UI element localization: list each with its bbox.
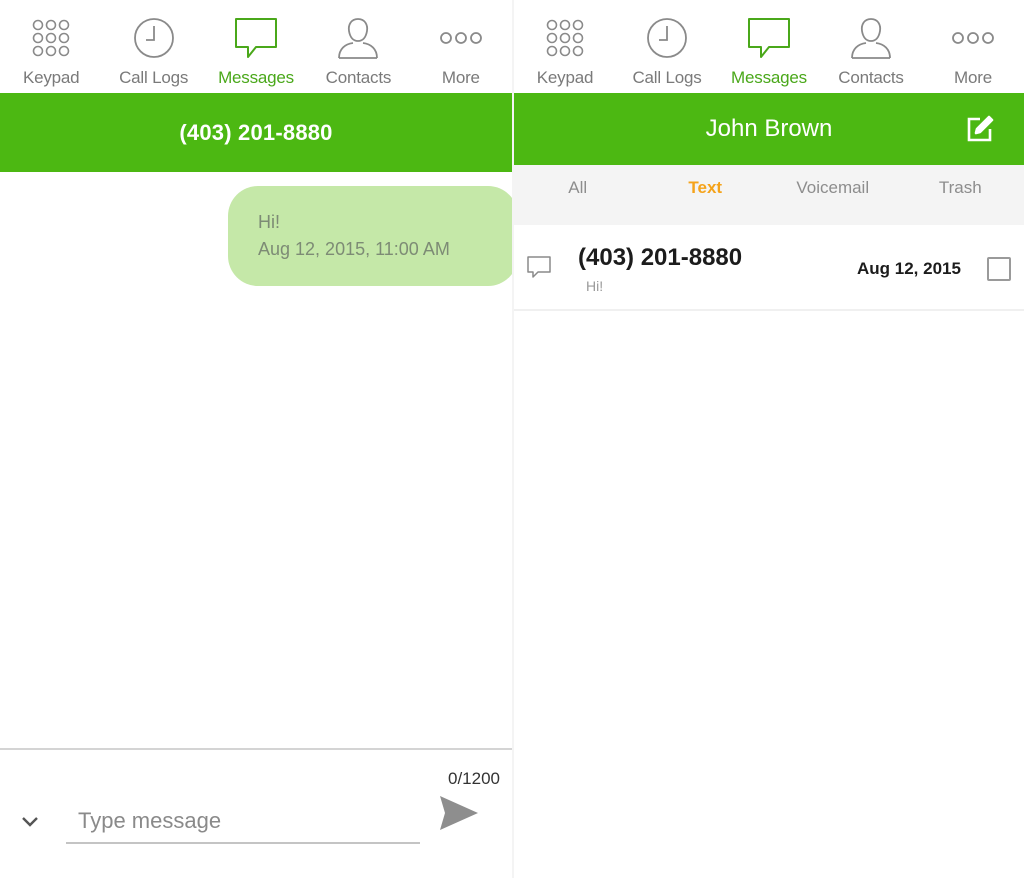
keypad-icon xyxy=(27,14,75,62)
message-preview: Hi! xyxy=(586,278,604,294)
filter-tab-text[interactable]: Text xyxy=(642,165,770,225)
select-message-checkbox[interactable] xyxy=(987,257,1011,281)
person-icon xyxy=(847,14,895,62)
tab-keypad[interactable]: Keypad xyxy=(0,0,102,93)
tab-label: Contacts xyxy=(838,68,904,87)
conversation-header: (403) 201-8880 xyxy=(0,93,512,172)
message-bubble-outgoing[interactable]: Hi! Aug 12, 2015, 11:00 AM xyxy=(228,186,512,286)
message-list: (403) 201-8880 Hi! Aug 12, 2015 xyxy=(514,225,1024,311)
send-button[interactable] xyxy=(438,793,480,833)
tab-call-logs[interactable]: Call Logs xyxy=(102,0,204,93)
list-item[interactable]: (403) 201-8880 Hi! Aug 12, 2015 xyxy=(514,225,1024,311)
tab-call-logs[interactable]: Call Logs xyxy=(616,0,718,93)
conversation-screen: Keypad Call Logs Messages Contacts More … xyxy=(0,0,512,878)
chat-bubble-icon xyxy=(745,14,793,62)
tab-contacts[interactable]: Contacts xyxy=(307,0,409,93)
person-icon xyxy=(334,14,382,62)
chat-bubble-icon xyxy=(232,14,280,62)
tab-more[interactable]: More xyxy=(410,0,512,93)
tab-label: Keypad xyxy=(536,68,594,87)
chevron-down-icon xyxy=(22,817,38,827)
composer-divider xyxy=(0,748,512,750)
message-sender-number: (403) 201-8880 xyxy=(578,244,743,271)
tab-contacts[interactable]: Contacts xyxy=(820,0,922,93)
tab-label: Keypad xyxy=(22,68,80,87)
compose-button[interactable] xyxy=(966,115,994,143)
tab-messages[interactable]: Messages xyxy=(205,0,307,93)
bottom-nav-tabbar: Keypad Call Logs Messages Contacts More xyxy=(514,0,1024,93)
inbox-screen: Keypad Call Logs Messages Contacts More … xyxy=(514,0,1024,878)
compose-icon xyxy=(967,115,994,142)
conversation-title: (403) 201-8880 xyxy=(179,119,333,145)
tab-label: Call Logs xyxy=(632,68,702,87)
collapse-composer-button[interactable] xyxy=(18,812,42,832)
character-counter: 0/1200 xyxy=(448,769,500,788)
more-dots-icon xyxy=(949,14,997,62)
tab-more[interactable]: More xyxy=(922,0,1024,93)
tab-messages[interactable]: Messages xyxy=(718,0,820,93)
filter-tab-trash[interactable]: Trash xyxy=(897,165,1024,225)
filter-tab-voicemail[interactable]: Voicemail xyxy=(769,165,897,225)
bottom-nav-tabbar: Keypad Call Logs Messages Contacts More xyxy=(0,0,512,93)
filter-tab-all[interactable]: All xyxy=(514,165,642,225)
inbox-title: John Brown xyxy=(705,115,833,142)
message-date: Aug 12, 2015 xyxy=(857,259,961,278)
tab-label: Call Logs xyxy=(119,68,189,87)
send-icon xyxy=(440,796,478,830)
message-bubble-icon xyxy=(527,256,551,278)
clock-icon xyxy=(643,14,691,62)
tab-label: Messages xyxy=(731,68,807,87)
inbox-header: John Brown xyxy=(514,93,1024,165)
tab-label: Contacts xyxy=(325,68,392,87)
message-input[interactable] xyxy=(66,804,420,844)
tab-label: Messages xyxy=(218,68,294,87)
message-text: Hi! xyxy=(258,212,280,232)
message-timestamp: Aug 12, 2015, 11:00 AM xyxy=(258,239,450,259)
tab-label: More xyxy=(954,68,992,87)
keypad-icon xyxy=(541,14,589,62)
clock-icon xyxy=(130,14,178,62)
tab-keypad[interactable]: Keypad xyxy=(514,0,616,93)
tab-label: More xyxy=(441,68,480,87)
message-filter-tabs: All Text Voicemail Trash xyxy=(514,165,1024,225)
more-dots-icon xyxy=(437,14,485,62)
